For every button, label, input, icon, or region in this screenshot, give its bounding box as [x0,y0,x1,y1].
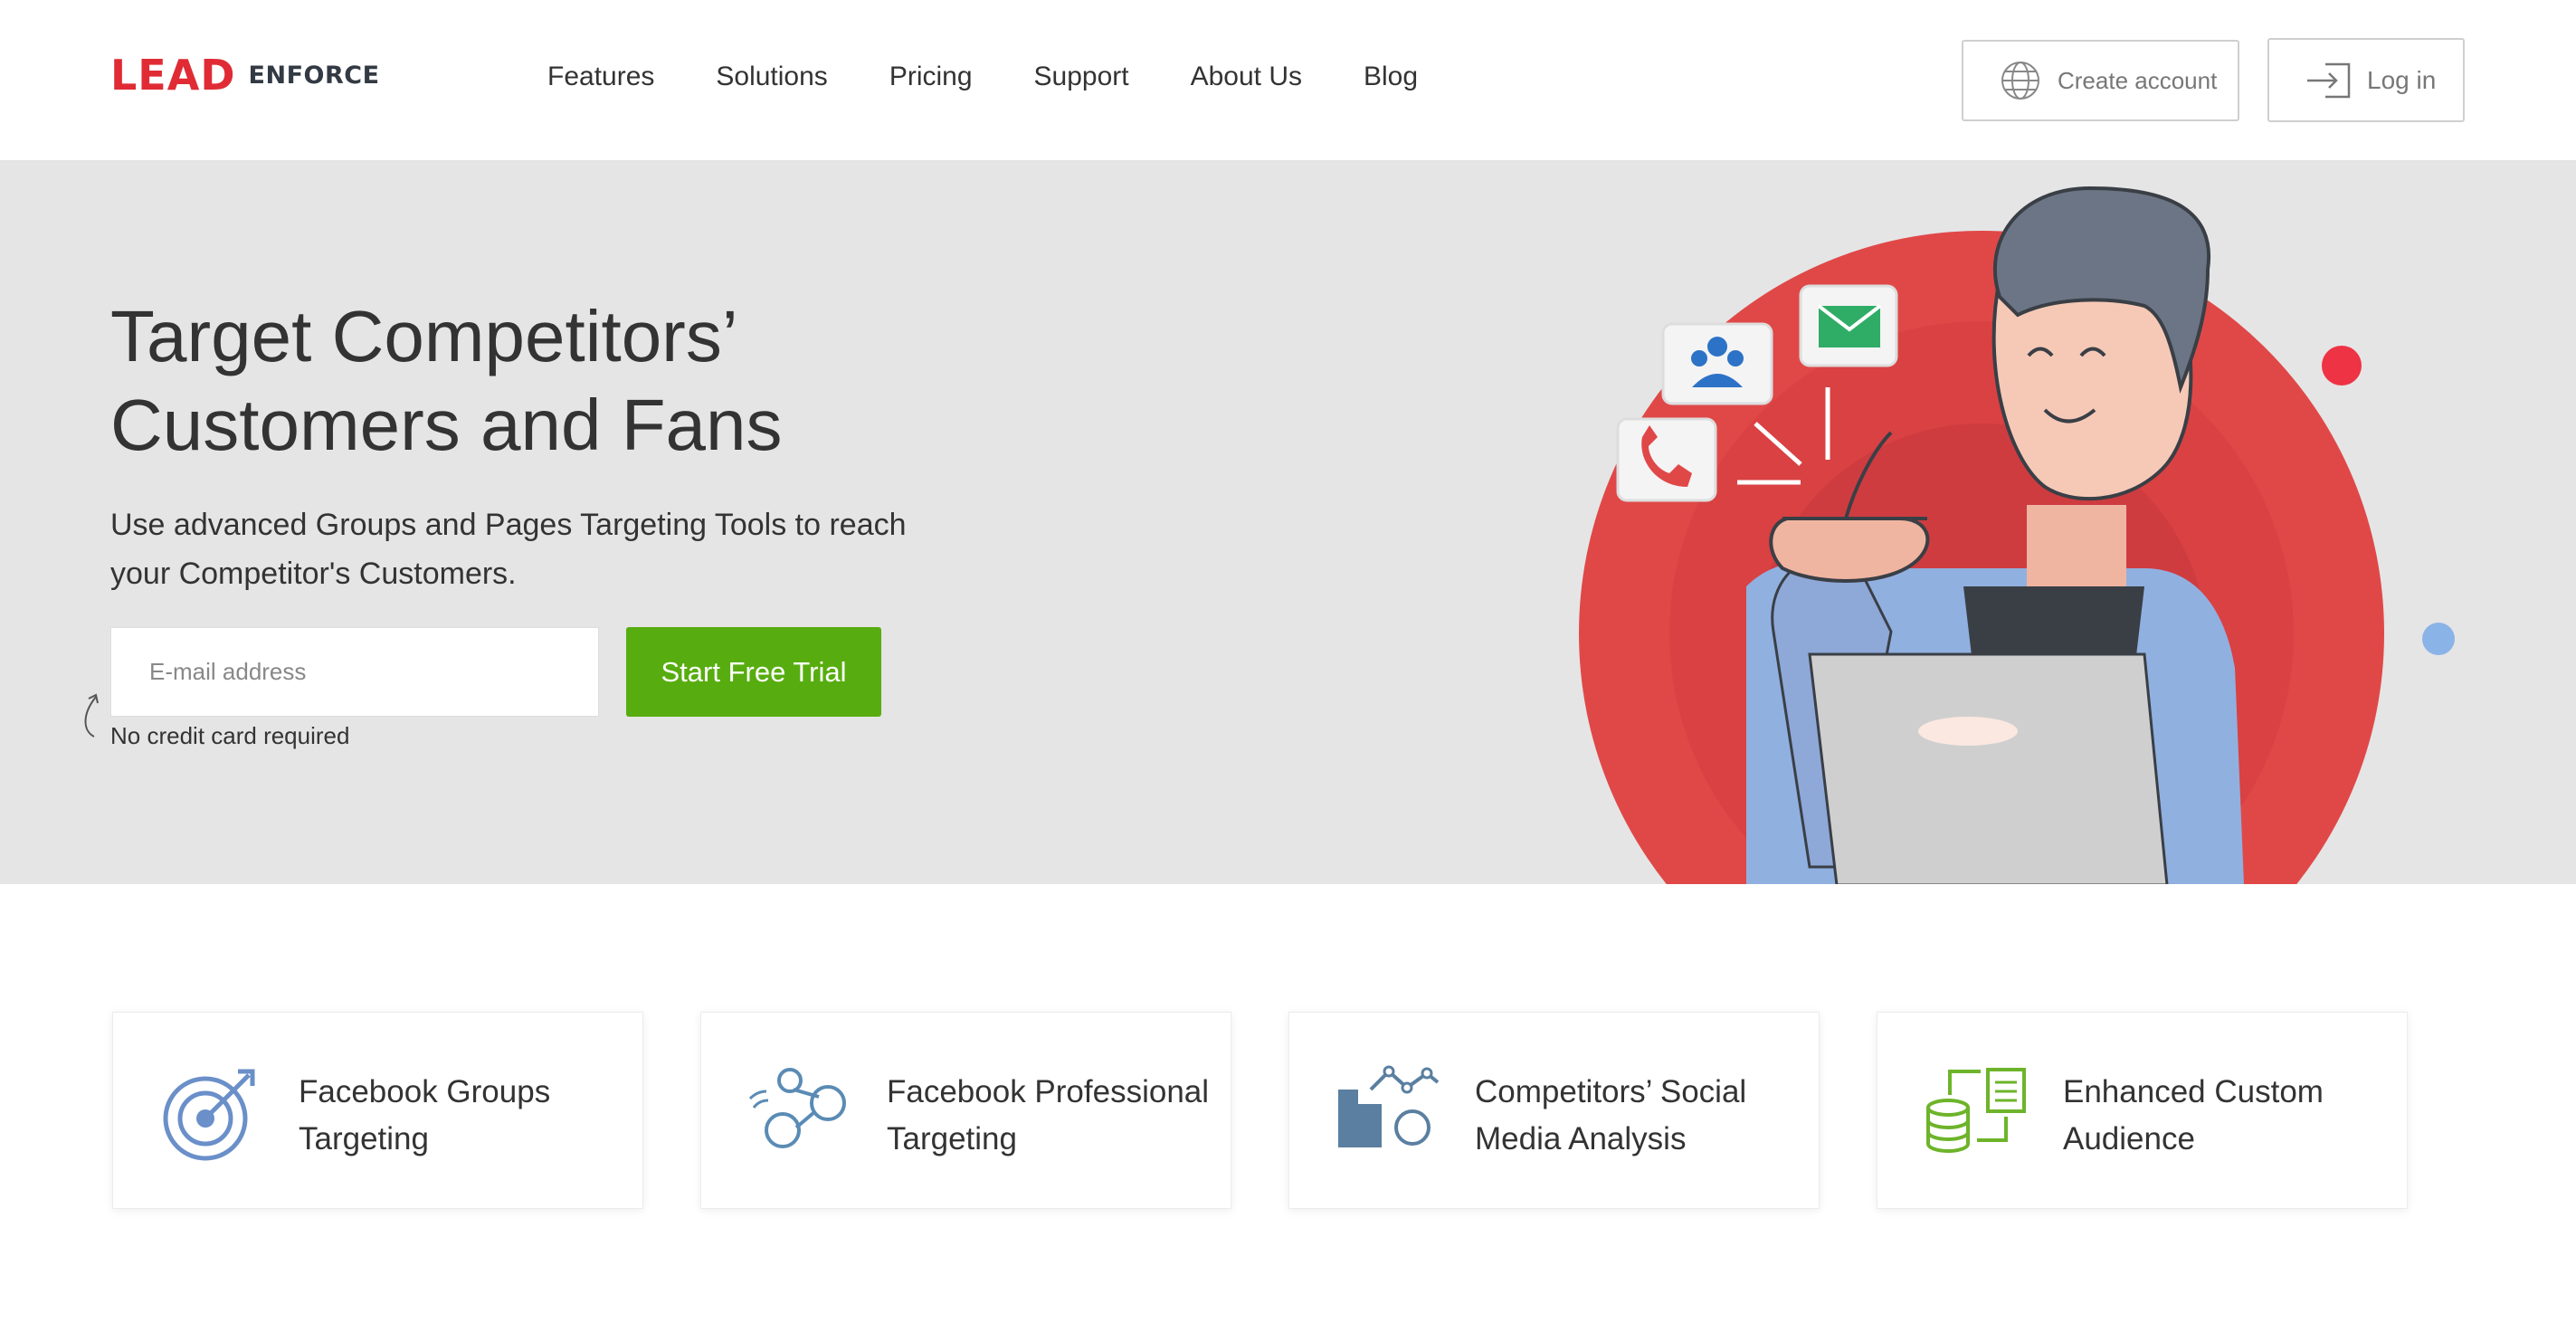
logo-lead-text: LEAD [110,51,236,100]
log-in-button[interactable]: Log in [2267,38,2465,122]
envelope-bubble-icon [1799,284,1898,367]
red-dot [2322,346,2362,385]
feature-label-line2: Targeting [887,1121,1017,1156]
phone-bubble-icon [1616,417,1717,502]
main-nav: Features Solutions Pricing Support About… [547,54,1418,100]
curved-arrow-icon [84,693,99,738]
lead-enforce-logo[interactable]: LEAD ENFORCE [110,51,380,100]
nav-about-us[interactable]: About Us [1191,54,1302,100]
no-credit-card-note: No credit card required [110,722,350,749]
nav-blog[interactable]: Blog [1364,54,1418,100]
feature-label: Facebook Professional Targeting [887,1069,1221,1163]
feature-label-line1: Competitors’ Social [1475,1074,1747,1109]
people-network-icon [748,1068,846,1148]
site-header: LEAD ENFORCE Features Solutions Pricing … [0,0,2576,161]
people-bubble-icon [1661,322,1773,405]
create-account-label: Create account [2058,66,2218,94]
feature-label-line1: Enhanced Custom [2063,1074,2324,1109]
feature-label-line1: Facebook Professional [887,1074,1210,1109]
feature-label-line2: Media Analysis [1475,1121,1687,1156]
hero-subtitle-line2: your Competitor's Customers. [110,557,517,591]
feature-label-line2: Audience [2063,1121,2195,1156]
database-sync-icon [1926,1068,2026,1153]
hero-title: Target Competitors’ Customers and Fans [110,292,925,470]
nav-support[interactable]: Support [1034,54,1129,100]
hero-title-line1: Target Competitors’ [110,296,738,376]
globe-icon [2001,62,2039,100]
hero-illustration [1579,186,2455,884]
feature-label: Enhanced Custom Audience [2063,1069,2398,1163]
feature-card-groups-targeting[interactable]: Facebook Groups Targeting [112,1012,643,1209]
hero-subtitle-line1: Use advanced Groups and Pages Targeting … [110,508,907,542]
start-free-trial-button[interactable]: Start Free Trial [626,627,881,717]
feature-card-professional-targeting[interactable]: Facebook Professional Targeting [700,1012,1231,1209]
feature-label: Facebook Groups Targeting [299,1069,633,1163]
feature-card-custom-audience[interactable]: Enhanced Custom Audience [1877,1012,2408,1209]
email-input[interactable] [110,627,599,717]
logo-enforce-text: ENFORCE [248,61,380,90]
hero-subtitle: Use advanced Groups and Pages Targeting … [110,500,925,598]
feature-label-line1: Facebook Groups [299,1074,551,1109]
feature-label: Competitors’ Social Media Analysis [1475,1069,1810,1163]
buildings-analysis-icon [1338,1065,1440,1147]
create-account-button[interactable]: Create account [1962,40,2239,121]
laptop [1808,652,2169,884]
nav-features[interactable]: Features [547,54,654,100]
log-in-label: Log in [2367,65,2437,94]
hero-section: Target Competitors’ Customers and Fans U… [0,161,2576,884]
nav-pricing[interactable]: Pricing [889,54,973,100]
hero-title-line2: Customers and Fans [110,385,783,465]
feature-label-line2: Targeting [299,1121,429,1156]
features-section: Facebook Groups Targeting Facebook Profe… [0,1012,2576,1211]
blue-dot [2422,623,2455,655]
login-icon [2307,62,2351,98]
nav-solutions[interactable]: Solutions [716,54,827,100]
feature-card-social-media-analysis[interactable]: Competitors’ Social Media Analysis [1288,1012,1820,1209]
target-icon [163,1069,255,1161]
